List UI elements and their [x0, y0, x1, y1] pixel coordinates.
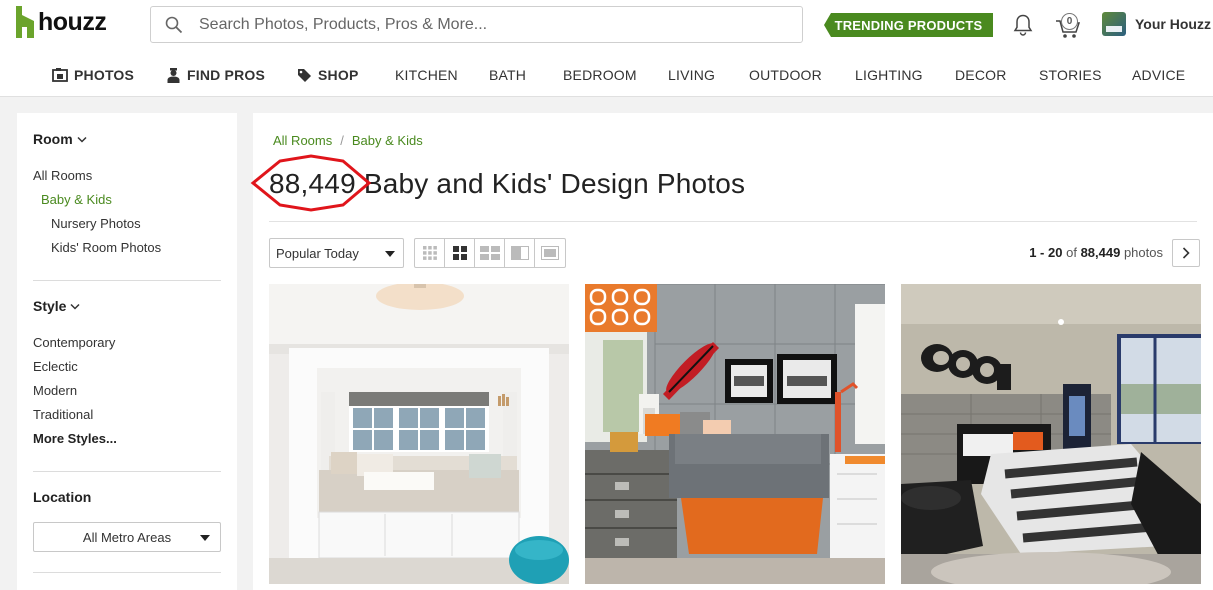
- room-link-kids-room[interactable]: Kids' Room Photos: [51, 240, 161, 255]
- metro-area-select[interactable]: All Metro Areas: [33, 522, 221, 552]
- room-link-baby-kids[interactable]: Baby & Kids: [41, 192, 112, 207]
- breadcrumb-all-rooms[interactable]: All Rooms: [273, 133, 332, 148]
- sidebar-divider: [33, 572, 221, 573]
- wide-grid-icon: [479, 246, 500, 260]
- nav-shop[interactable]: SHOP: [297, 62, 358, 88]
- pro-icon: [167, 67, 180, 83]
- pagination-unit: photos: [1123, 245, 1163, 260]
- sort-value: Popular Today: [276, 245, 359, 261]
- chevron-right-icon: [1182, 247, 1190, 259]
- nav-living[interactable]: LIVING: [668, 62, 715, 88]
- dropdown-caret-icon: [385, 251, 395, 257]
- style-link-contemporary[interactable]: Contemporary: [33, 335, 115, 350]
- chevron-down-icon: [70, 303, 80, 310]
- single-view-icon: [541, 246, 559, 260]
- small-grid-icon: [422, 246, 437, 260]
- grid-icon: [452, 246, 467, 260]
- nav-outdoor[interactable]: OUTDOOR: [749, 62, 822, 88]
- top-header: houzz TRENDING PRODUCTS 0 Your Houzz PHO…: [0, 0, 1213, 97]
- view-single-button[interactable]: [535, 239, 565, 267]
- filter-sidebar: Room All Rooms Baby & Kids Nursery Photo…: [17, 113, 237, 590]
- photo-window-seat-nook: [269, 284, 569, 584]
- list-view-icon: [510, 246, 529, 260]
- pagination-total: 88,449: [1080, 245, 1121, 260]
- view-wide-grid-button[interactable]: [475, 239, 505, 267]
- nav-bath[interactable]: BATH: [489, 62, 526, 88]
- photo-card[interactable]: [585, 284, 885, 584]
- search-input[interactable]: [199, 15, 779, 34]
- room-link-all-rooms[interactable]: All Rooms: [33, 168, 92, 183]
- nav-advice[interactable]: ADVICE: [1132, 62, 1185, 88]
- nav-photos-label: PHOTOS: [74, 67, 135, 83]
- photo-count: 88,449: [250, 154, 372, 212]
- nav-stories[interactable]: STORIES: [1039, 62, 1102, 88]
- view-list-button[interactable]: [505, 239, 535, 267]
- search-icon: [165, 16, 183, 33]
- breadcrumb-baby-kids[interactable]: Baby & Kids: [352, 133, 423, 148]
- dropdown-caret-icon: [200, 535, 210, 541]
- photo-card[interactable]: [901, 284, 1201, 584]
- page-title: 88,449 Baby and Kids' Design Photos: [250, 154, 746, 212]
- bell-icon[interactable]: [1012, 13, 1034, 37]
- tag-icon: [298, 68, 311, 82]
- nav-bedroom[interactable]: BEDROOM: [563, 62, 637, 88]
- photo-teen-bedroom: [585, 284, 885, 584]
- pagination-of: of: [1066, 245, 1077, 260]
- photo-coop-bedroom: [901, 284, 1201, 584]
- page-title-text: Baby and Kids' Design Photos: [363, 168, 746, 199]
- pagination-range: 1 - 20: [1029, 245, 1063, 260]
- your-houzz-link[interactable]: Your Houzz: [1135, 16, 1211, 32]
- avatar[interactable]: [1102, 12, 1126, 36]
- room-link-nursery[interactable]: Nursery Photos: [51, 216, 141, 231]
- room-filter-heading[interactable]: Room: [33, 131, 87, 147]
- nav-decor[interactable]: DECOR: [955, 62, 1007, 88]
- results-panel: All Rooms / Baby & Kids 88,449 Baby and …: [250, 113, 1213, 590]
- houzz-logo[interactable]: houzz: [16, 6, 107, 38]
- nav-kitchen[interactable]: KITCHEN: [395, 62, 458, 88]
- trending-products-button[interactable]: TRENDING PRODUCTS: [824, 13, 993, 37]
- breadcrumb: All Rooms / Baby & Kids: [273, 133, 423, 148]
- more-styles-link[interactable]: More Styles...: [33, 431, 117, 446]
- cart-count-badge: 0: [1061, 13, 1078, 30]
- view-mode-toggle: [414, 238, 566, 268]
- pagination-summary: 1 - 20 of 88,449 photos: [1029, 245, 1163, 260]
- nav-lighting[interactable]: LIGHTING: [855, 62, 923, 88]
- main-nav: PHOTOS FIND PROS SHOP KITCHEN BATH BEDRO…: [0, 62, 1213, 88]
- sidebar-divider: [33, 280, 221, 281]
- style-heading-label: Style: [33, 298, 67, 314]
- view-grid-button[interactable]: [445, 239, 475, 267]
- nav-photos[interactable]: PHOTOS: [52, 62, 134, 88]
- room-heading-label: Room: [33, 131, 73, 147]
- nav-find-pros[interactable]: FIND PROS: [166, 62, 265, 88]
- style-filter-heading[interactable]: Style: [33, 298, 80, 314]
- sidebar-divider: [33, 471, 221, 472]
- logo-text: houzz: [38, 7, 107, 36]
- photo-card[interactable]: [269, 284, 569, 584]
- search-bar[interactable]: [150, 6, 803, 43]
- chevron-down-icon: [77, 136, 87, 143]
- metro-area-value: All Metro Areas: [82, 529, 172, 545]
- photo-count-value: 88,449: [269, 168, 356, 199]
- photos-icon: [52, 68, 68, 82]
- style-link-modern[interactable]: Modern: [33, 383, 77, 398]
- location-heading-label: Location: [33, 489, 92, 505]
- style-link-traditional[interactable]: Traditional: [33, 407, 93, 422]
- sort-select[interactable]: Popular Today: [269, 238, 404, 268]
- nav-shop-label: SHOP: [318, 67, 359, 83]
- nav-find-pros-label: FIND PROS: [187, 67, 266, 83]
- style-link-eclectic[interactable]: Eclectic: [33, 359, 78, 374]
- breadcrumb-separator: /: [340, 133, 344, 148]
- next-page-button[interactable]: [1172, 239, 1200, 267]
- view-small-grid-button[interactable]: [415, 239, 445, 267]
- houzz-logo-icon: [16, 6, 34, 38]
- location-filter-heading: Location: [33, 489, 91, 505]
- title-divider: [269, 221, 1197, 222]
